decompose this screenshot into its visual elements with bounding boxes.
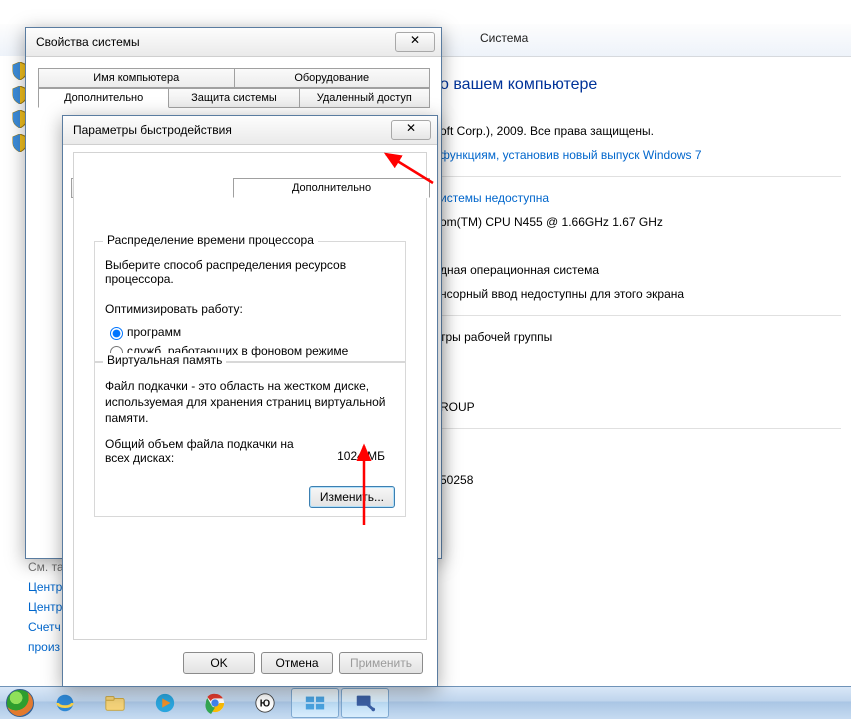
cancel-button[interactable]: Отмена bbox=[261, 652, 333, 674]
group-legend: Виртуальная память bbox=[103, 353, 226, 367]
see-also-panel: См. та Центр Центр Счетч произ bbox=[28, 560, 64, 660]
tab-hardware[interactable]: Оборудование bbox=[234, 68, 431, 88]
see-also-label: См. та bbox=[28, 560, 64, 574]
perf-tab-body: Распределение времени процессора Выберит… bbox=[73, 152, 427, 640]
separator bbox=[440, 176, 841, 177]
separator bbox=[440, 315, 841, 316]
breadcrumb-system: Система bbox=[480, 31, 528, 45]
see-also-link[interactable]: Счетч bbox=[28, 620, 64, 634]
taskbar-mediaplayer[interactable] bbox=[141, 688, 189, 718]
sysprop-tabs: Имя компьютера Оборудование Дополнительн… bbox=[38, 68, 429, 108]
svg-text:Ю: Ю bbox=[260, 699, 270, 710]
apply-button[interactable]: Применить bbox=[339, 652, 423, 674]
workgroup-value: ROUP bbox=[440, 400, 841, 414]
see-also-link[interactable]: произ bbox=[28, 640, 64, 654]
dialog-titlebar[interactable]: Параметры быстродействия ✕ bbox=[63, 116, 437, 145]
vm-total-label: Общий объем файла подкачки на всех диска… bbox=[105, 437, 305, 465]
close-button[interactable]: ✕ bbox=[395, 32, 435, 52]
performance-options-dialog: Параметры быстродействия ✕ Предотвращени… bbox=[62, 115, 438, 687]
taskbar[interactable]: Ю bbox=[0, 686, 851, 719]
optimize-label: Оптимизировать работу: bbox=[105, 302, 395, 316]
tab-computer-name[interactable]: Имя компьютера bbox=[38, 68, 235, 88]
rating-link[interactable]: истемы недоступна bbox=[440, 191, 549, 205]
workgroup-label: тры рабочей группы bbox=[440, 330, 841, 344]
see-also-link[interactable]: Центр bbox=[28, 580, 64, 594]
tab-advanced[interactable]: Дополнительно bbox=[38, 88, 169, 108]
product-id: 50258 bbox=[440, 473, 841, 487]
dialog-buttons: OK Отмена Применить bbox=[183, 652, 423, 674]
change-button[interactable]: Изменить... bbox=[309, 486, 395, 508]
copyright-text: oft Corp.), 2009. Все права защищены. bbox=[440, 124, 841, 138]
radio-programs-label: программ bbox=[127, 325, 181, 339]
taskbar-chrome[interactable] bbox=[191, 688, 239, 718]
start-button[interactable] bbox=[0, 687, 40, 719]
taskbar-app-yu[interactable]: Ю bbox=[241, 688, 289, 718]
taskbar-ie[interactable] bbox=[41, 688, 89, 718]
tab-system-protection[interactable]: Защита системы bbox=[168, 88, 299, 108]
dialog-titlebar[interactable]: Свойства системы ✕ bbox=[26, 28, 441, 57]
radio-programs-input[interactable] bbox=[110, 327, 123, 340]
proc-desc: Выберите способ распределения ресурсов п… bbox=[105, 258, 395, 286]
vm-desc: Файл подкачки - это область на жестком д… bbox=[105, 378, 395, 427]
ok-button[interactable]: OK bbox=[183, 652, 255, 674]
radio-programs[interactable]: программ bbox=[105, 324, 181, 340]
taskbar-control-panel[interactable] bbox=[291, 688, 339, 718]
group-legend: Распределение времени процессора bbox=[103, 233, 318, 247]
virtual-memory-group: Виртуальная память Файл подкачки - это о… bbox=[94, 361, 406, 517]
page-title: о вашем компьютере bbox=[440, 76, 841, 94]
os-bit-text: дная операционная система bbox=[440, 263, 841, 277]
upgrade-link[interactable]: функциям, установив новый выпуск Windows… bbox=[440, 148, 702, 162]
tab-advanced[interactable]: Дополнительно bbox=[233, 178, 430, 198]
vm-total-value: 1024 МБ bbox=[337, 449, 385, 463]
separator bbox=[440, 428, 841, 429]
see-also-link[interactable]: Центр bbox=[28, 600, 64, 614]
dialog-title-text: Свойства системы bbox=[36, 35, 140, 49]
processor-scheduling-group: Распределение времени процессора Выберит… bbox=[94, 241, 406, 363]
dialog-title-text: Параметры быстродействия bbox=[73, 123, 232, 137]
tab-remote[interactable]: Удаленный доступ bbox=[299, 88, 430, 108]
close-button[interactable]: ✕ bbox=[391, 120, 431, 140]
cpu-text: om(TM) CPU N455 @ 1.66GHz 1.67 GHz bbox=[440, 215, 841, 229]
pen-text: нсорный ввод недоступны для этого экрана bbox=[440, 287, 841, 301]
taskbar-app-monitor[interactable] bbox=[341, 688, 389, 718]
taskbar-explorer[interactable] bbox=[91, 688, 139, 718]
